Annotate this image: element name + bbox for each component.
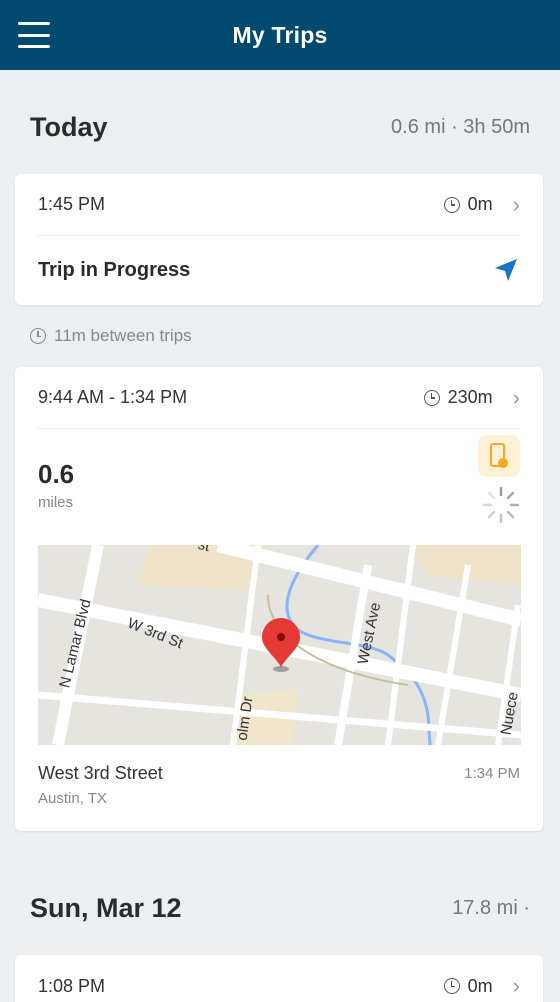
clock-icon [30,328,46,344]
trip-duration: 230m › [423,386,520,409]
trip-duration-value: 230m [447,387,493,407]
trip-end-address: West 3rd Street Austin, TX [38,763,163,807]
loading-spinner-icon [482,486,520,524]
chevron-right-icon[interactable]: › [513,975,520,997]
address-city: Austin, TX [38,790,107,807]
trip-distance: 0.6 miles [38,459,74,511]
clock-icon [443,196,460,213]
trip-distance-unit: miles [38,494,74,511]
day-summary: 17.8 mi · [452,896,530,919]
day-summary: 0.6 mi · 3h 50m [391,115,530,138]
trip-duration: 0m › [443,975,520,997]
between-trips-text: 11m between trips [54,326,192,345]
chevron-right-icon[interactable]: › [513,193,520,216]
trip-status: Trip in Progress [38,258,191,281]
page-title: My Trips [232,21,328,48]
chevron-right-icon[interactable]: › [513,386,520,409]
day-header-sun-mar-12: Sun, Mar 12 17.8 mi · [30,888,530,928]
trip-distance-value: 0.6 [38,459,75,489]
day-title: Today [30,111,108,142]
trip-card-header: 9:44 AM - 1:34 PM 230m › [38,367,520,429]
trip-time: 1:45 PM [38,194,106,214]
trip-time: 1:08 PM [38,975,106,996]
phone-usage-badge[interactable] [478,435,520,477]
trip-time-range: 9:44 AM - 1:34 PM [38,387,188,407]
trip-card-header: 1:08 PM 0m › [38,955,520,1002]
clock-icon [443,978,460,994]
trip-map[interactable]: W 3rd St N Lamar Blvd West Ave olm Dr Nu… [38,545,521,745]
trip-card-in-progress[interactable]: 1:45 PM 0m › Trip in Progress [15,174,543,305]
between-trips-note: 11m between trips [30,324,192,348]
app-header: My Trips [0,0,560,70]
trip-duration: 0m › [443,193,520,216]
map-graphic [38,545,521,745]
day-title: Sun, Mar 12 [30,892,182,923]
navigation-arrow-icon[interactable] [492,256,520,284]
day-header-today: Today 0.6 mi · 3h 50m [30,107,530,147]
trip-card-header: 1:45 PM 0m › [38,174,520,236]
hamburger-menu-icon[interactable] [18,22,50,48]
trip-status-row: Trip in Progress [38,236,520,304]
address-street: West 3rd Street [38,763,163,783]
clock-icon [423,389,440,406]
trip-duration-value: 0m [467,194,493,214]
trip-card-mar-12[interactable]: 1:08 PM 0m › [15,955,543,1002]
trip-end-time: 1:34 PM [464,765,520,782]
phone-icon [490,443,508,468]
trip-card-completed[interactable]: 9:44 AM - 1:34 PM 230m › 0.6 miles W 3rd… [15,367,543,831]
trip-duration-value: 0m [467,975,493,996]
